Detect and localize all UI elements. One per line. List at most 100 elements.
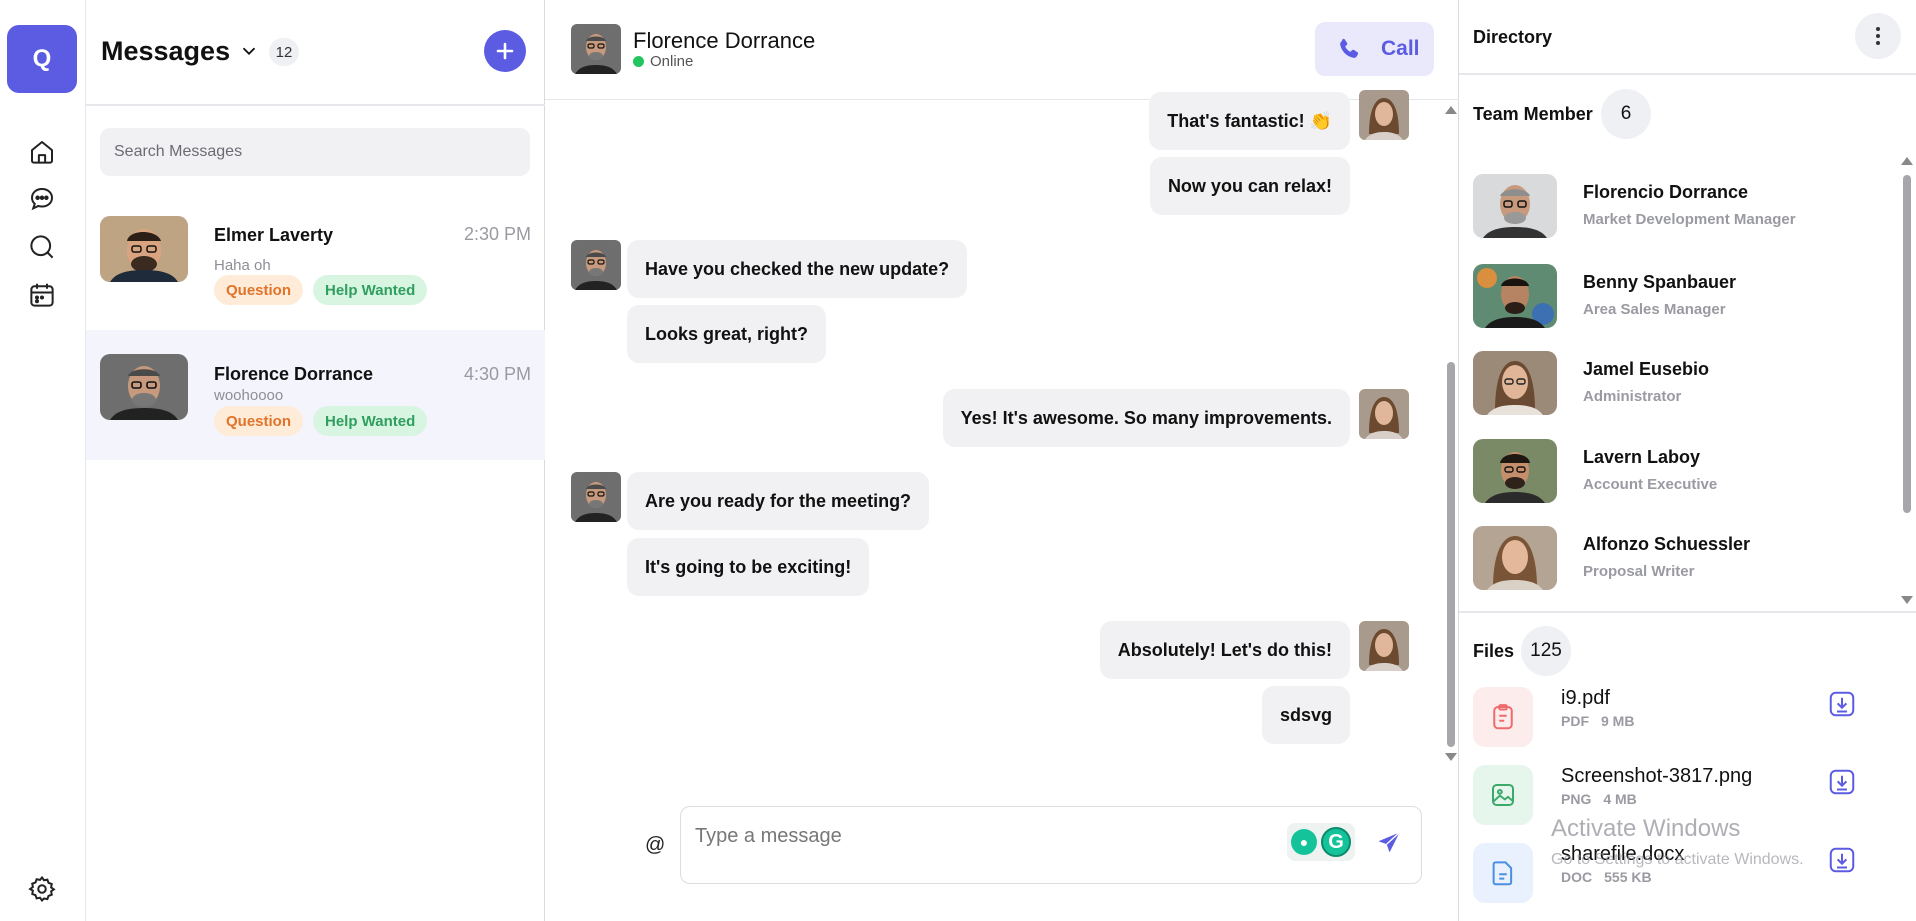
app-logo[interactable]: Q [7, 25, 77, 93]
pdf-file-icon [1473, 687, 1533, 747]
lightbulb-icon[interactable]: ● [1291, 829, 1317, 855]
team-members-title: Team Member [1473, 104, 1593, 124]
scroll-down-arrow-icon[interactable] [1901, 596, 1913, 604]
member-name: Benny Spanbauer [1583, 272, 1737, 292]
conversation-preview: Haha oh [214, 257, 271, 274]
my-avatar [1359, 621, 1409, 671]
conversations-panel: Messages 12 Elmer Laverty 2:30 PM Haha o… [86, 0, 545, 921]
divider [1459, 611, 1916, 613]
member-role: Administrator [1583, 388, 1682, 405]
calendar-icon[interactable] [25, 278, 59, 312]
download-icon[interactable] [1827, 689, 1857, 719]
team-count-badge: 6 [1601, 89, 1651, 139]
file-item[interactable]: i9.pdf PDF 9 MB [1459, 687, 1916, 749]
call-button[interactable]: Call [1315, 22, 1434, 76]
contact-message-avatar [571, 240, 621, 290]
team-member-item[interactable]: Jamel Eusebio Administrator [1459, 351, 1899, 425]
new-message-button[interactable] [484, 30, 526, 72]
directory-scrollbar-thumb[interactable] [1903, 175, 1911, 513]
files-count-badge: 125 [1521, 626, 1571, 676]
file-type: DOC [1561, 869, 1593, 885]
activate-windows-watermark-sub: Go to Settings to activate Windows. [1551, 851, 1804, 868]
avatar [1473, 526, 1557, 590]
send-icon [1378, 831, 1400, 853]
member-role: Market Development Manager [1583, 211, 1796, 228]
contact-status: Online [633, 53, 693, 70]
conversation-name: Florence Dorrance [214, 364, 374, 384]
grammarly-icon[interactable]: G [1321, 827, 1351, 857]
avatar [100, 354, 188, 420]
activate-windows-watermark: Activate Windows [1551, 815, 1741, 842]
message-bubble: Yes! It's awesome. So many improvements. [942, 389, 1350, 447]
avatar [100, 216, 188, 282]
tag-question[interactable]: Question [214, 406, 304, 436]
call-button-label: Call [1381, 37, 1420, 60]
avatar [1473, 351, 1557, 415]
conversations-header: Messages 12 [86, 0, 545, 106]
tag-question[interactable]: Question [214, 275, 304, 305]
download-icon[interactable] [1827, 845, 1857, 875]
contact-status-label: Online [650, 53, 694, 70]
download-icon[interactable] [1827, 767, 1857, 797]
avatar [1473, 439, 1557, 503]
phone-icon [1340, 38, 1359, 58]
message-input[interactable] [695, 821, 1275, 851]
grammarly-widget[interactable]: ● G [1287, 823, 1355, 861]
avatar [1473, 264, 1557, 328]
image-file-icon [1473, 765, 1533, 825]
message-bubble: Looks great, right? [627, 305, 827, 363]
directory-scrollbar[interactable] [1900, 155, 1914, 607]
conversation-item-active[interactable]: Florence Dorrance 4:30 PM woohoooo Quest… [86, 330, 545, 460]
contact-avatar[interactable] [571, 24, 621, 74]
message-bubble: Have you checked the new update? [627, 240, 968, 298]
my-avatar [1359, 90, 1409, 140]
search-icon[interactable] [25, 230, 59, 264]
file-meta: DOC 555 KB [1561, 869, 1652, 885]
conversation-preview: woohoooo [214, 387, 284, 404]
tag-help-wanted[interactable]: Help Wanted [313, 406, 428, 436]
left-rail: Q [0, 0, 86, 921]
team-member-item[interactable]: Lavern Laboy Account Executive [1459, 439, 1899, 513]
directory-title: Directory [1473, 27, 1553, 47]
chat-header: Florence Dorrance Online Call [545, 0, 1459, 100]
conversations-title: Messages [101, 36, 231, 66]
scroll-down-arrow-icon[interactable] [1445, 753, 1457, 761]
document-file-icon [1473, 843, 1533, 903]
message-bubble: Are you ready for the meeting? [627, 472, 930, 530]
message-bubble: sdsvg [1261, 686, 1350, 744]
member-name: Jamel Eusebio [1583, 359, 1710, 379]
scroll-up-arrow-icon[interactable] [1901, 157, 1913, 165]
team-member-item[interactable]: Benny Spanbauer Area Sales Manager [1459, 264, 1899, 338]
directory-header: Directory [1459, 0, 1916, 75]
message-bubble: That's fantastic! 👏 [1149, 92, 1350, 150]
member-role: Account Executive [1583, 476, 1718, 493]
team-member-item[interactable]: Florencio Dorrance Market Development Ma… [1459, 174, 1899, 248]
send-button[interactable] [1369, 823, 1409, 863]
chat-scrollbar[interactable] [1444, 100, 1458, 765]
message-composer: ● G [680, 806, 1422, 884]
online-dot-icon [633, 56, 644, 67]
chat-icon[interactable] [25, 182, 59, 216]
chat-panel: Florence Dorrance Online Call That's fan… [545, 0, 1459, 921]
member-name: Florencio Dorrance [1583, 182, 1749, 202]
member-role: Area Sales Manager [1583, 301, 1726, 318]
conversation-item[interactable]: Elmer Laverty 2:30 PM Haha oh Question H… [86, 200, 545, 330]
file-name: Screenshot-3817.png [1561, 765, 1753, 787]
message-bubble: Now you can relax! [1149, 157, 1350, 215]
message-bubble: Absolutely! Let's do this! [1099, 621, 1350, 679]
conversation-time: 2:30 PM [463, 224, 531, 244]
tag-help-wanted[interactable]: Help Wanted [313, 275, 428, 305]
file-name: i9.pdf [1561, 687, 1610, 709]
more-options-icon[interactable] [1855, 13, 1901, 59]
gear-icon[interactable] [25, 872, 59, 906]
file-size: 9 MB [1601, 713, 1635, 729]
mention-button[interactable]: @ [645, 834, 665, 857]
scroll-up-arrow-icon[interactable] [1445, 106, 1457, 114]
message-bubble: It's going to be exciting! [627, 538, 870, 596]
team-member-item[interactable]: Alfonzo Schuessler Proposal Writer [1459, 526, 1899, 600]
chat-scrollbar-thumb[interactable] [1447, 362, 1455, 747]
chevron-down-icon[interactable] [238, 40, 260, 62]
home-icon[interactable] [25, 135, 59, 169]
member-name: Lavern Laboy [1583, 447, 1701, 467]
search-messages-input[interactable] [100, 128, 530, 176]
